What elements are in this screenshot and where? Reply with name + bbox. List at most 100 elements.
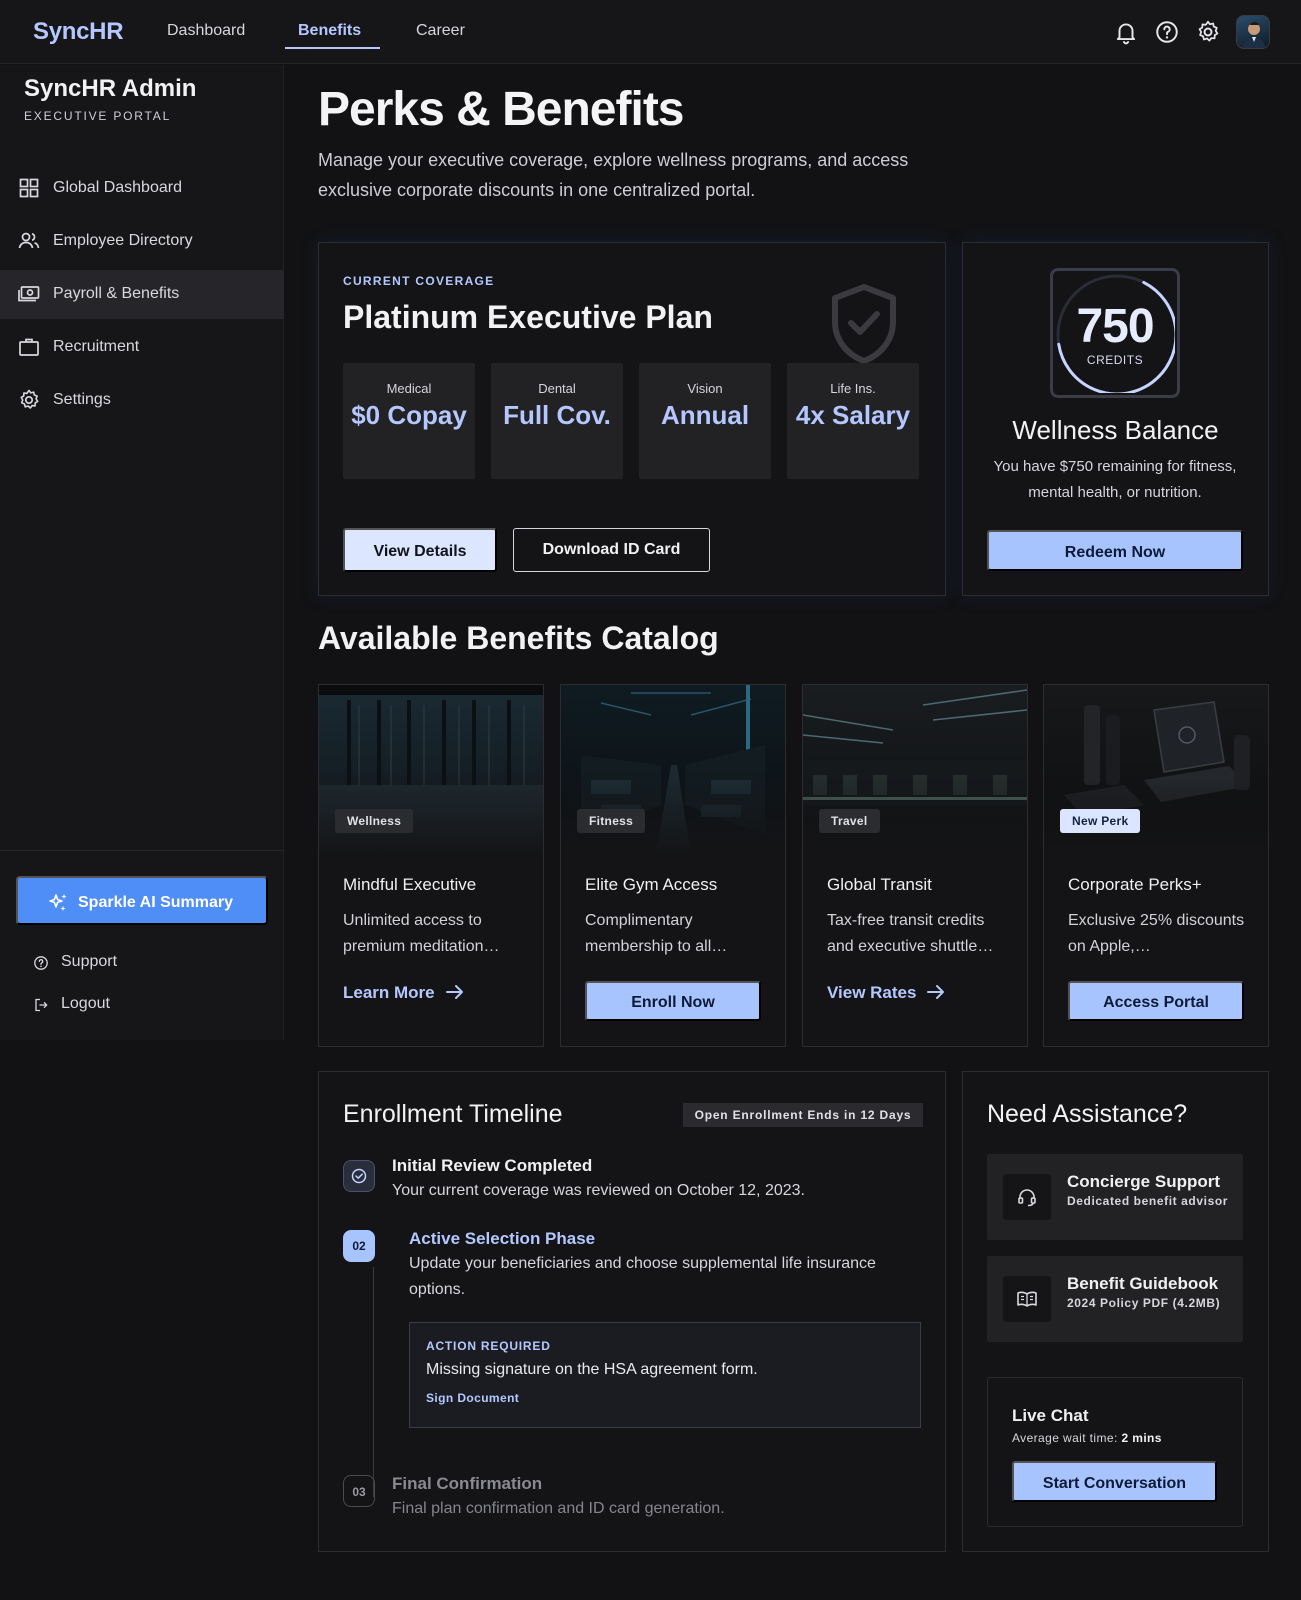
card-title: Corporate Perks+ bbox=[1068, 875, 1202, 894]
gear-icon[interactable] bbox=[1195, 19, 1221, 45]
arrow-right-icon bbox=[445, 985, 463, 999]
card-title: Global Transit bbox=[827, 875, 932, 894]
catalog-title: Available Benefits Catalog bbox=[318, 620, 719, 656]
stat-label: Vision bbox=[687, 381, 723, 396]
download-id-card-button[interactable]: Download ID Card bbox=[513, 528, 710, 572]
sparkle-ai-summary-button[interactable]: Sparkle AI Summary bbox=[16, 876, 268, 925]
access-portal-button[interactable]: Access Portal bbox=[1068, 981, 1244, 1021]
stat-value: $0 Copay bbox=[351, 400, 467, 430]
sidebar-item-settings[interactable]: Settings bbox=[0, 376, 284, 425]
sidebar-item-employee-directory[interactable]: Employee Directory bbox=[0, 217, 284, 266]
wait-time-value: 2 mins bbox=[1121, 1431, 1162, 1445]
step-title: Initial Review Completed bbox=[392, 1156, 593, 1175]
stat-dental: Dental Full Cov. bbox=[491, 363, 623, 479]
stat-vision: Vision Annual bbox=[639, 363, 771, 479]
grid-icon bbox=[19, 178, 39, 198]
view-details-button[interactable]: View Details bbox=[343, 528, 497, 572]
step-pending-marker: 03 bbox=[343, 1475, 375, 1507]
help-icon[interactable] bbox=[1154, 19, 1180, 45]
enrollment-timeline-card: Enrollment Timeline Open Enrollment Ends… bbox=[318, 1071, 946, 1552]
item-title: Concierge Support bbox=[1067, 1172, 1221, 1191]
enrollment-deadline-badge: Open Enrollment Ends in 12 Days bbox=[683, 1103, 923, 1127]
enroll-now-button[interactable]: Enroll Now bbox=[585, 981, 761, 1021]
catalog-card-travel: Travel Global Transit Tax-free transit c… bbox=[802, 684, 1028, 1047]
category-badge: Fitness bbox=[577, 809, 646, 833]
card-description: Tax-free transit credits and executive s… bbox=[827, 912, 994, 955]
sidebar-item-recruitment[interactable]: Recruitment bbox=[0, 323, 284, 372]
catalog-card-fitness: Fitness Elite Gym Access Complimentary m… bbox=[560, 684, 786, 1047]
action-required-alert: ACTION REQUIRED Missing signature on the… bbox=[409, 1322, 921, 1428]
help-circle-icon bbox=[34, 956, 48, 970]
stat-value: 4x Salary bbox=[795, 400, 911, 430]
sparkle-button-label: Sparkle AI Summary bbox=[78, 894, 234, 911]
icon-box bbox=[1003, 1174, 1051, 1220]
book-icon bbox=[1017, 1291, 1037, 1307]
start-conversation-button[interactable]: Start Conversation bbox=[1012, 1461, 1217, 1502]
wellness-balance-card: 750 CREDITS Wellness Balance You have $7… bbox=[962, 242, 1269, 596]
sidebar-item-label: Settings bbox=[53, 391, 111, 408]
stat-label: Medical bbox=[386, 381, 432, 396]
category-badge: New Perk bbox=[1060, 809, 1141, 833]
sidebar-title: SyncHR Admin bbox=[24, 75, 197, 102]
sidebar-subtitle: EXECUTIVE PORTAL bbox=[24, 109, 172, 123]
item-subtitle: 2024 Policy PDF (4.2MB) bbox=[1067, 1296, 1221, 1310]
stat-value: Full Cov. bbox=[503, 400, 611, 430]
timeline-connector bbox=[373, 1267, 374, 1497]
credits-ring: 750 CREDITS bbox=[1050, 268, 1180, 398]
bell-icon[interactable] bbox=[1113, 19, 1139, 45]
arrow-right-icon bbox=[927, 985, 945, 999]
wellness-title: Wellness Balance bbox=[1012, 415, 1219, 445]
nav-career[interactable]: Career bbox=[416, 22, 465, 40]
step-title: Active Selection Phase bbox=[409, 1229, 596, 1248]
live-chat-title: Live Chat bbox=[1012, 1406, 1089, 1425]
step-description: Your current coverage was reviewed on Oc… bbox=[392, 1182, 805, 1199]
sidebar-logout-label: Logout bbox=[61, 995, 110, 1012]
sidebar-item-global-dashboard[interactable]: Global Dashboard bbox=[0, 164, 284, 213]
stat-medical: Medical $0 Copay bbox=[343, 363, 475, 479]
page-title: Perks & Benefits bbox=[318, 83, 684, 136]
category-badge: Wellness bbox=[335, 809, 414, 833]
card-description: Unlimited access to premium meditation… bbox=[343, 912, 500, 955]
step-description: Update your beneficiaries and choose sup… bbox=[409, 1255, 876, 1298]
timeline-title: Enrollment Timeline bbox=[343, 1100, 563, 1128]
sign-document-link[interactable]: Sign Document bbox=[426, 1391, 519, 1405]
item-subtitle: Dedicated benefit advisor bbox=[1067, 1194, 1229, 1208]
sidebar-item-label: Payroll & Benefits bbox=[53, 285, 180, 302]
redeem-now-button[interactable]: Redeem Now bbox=[987, 530, 1243, 571]
sidebar: SyncHR Admin EXECUTIVE PORTAL Global Das… bbox=[0, 65, 284, 1040]
logout-icon bbox=[35, 998, 48, 1012]
concierge-support-item[interactable]: Concierge Support Dedicated benefit advi… bbox=[987, 1154, 1243, 1240]
sidebar-item-payroll-benefits[interactable]: Payroll & Benefits bbox=[0, 270, 284, 319]
sparkle-icon bbox=[49, 894, 67, 911]
nav-benefits[interactable]: Benefits bbox=[298, 22, 361, 40]
avatar[interactable] bbox=[1236, 15, 1270, 49]
icon-box bbox=[1003, 1276, 1051, 1322]
brand-logo[interactable]: SyncHR bbox=[33, 18, 124, 46]
step-complete-marker bbox=[343, 1160, 375, 1192]
benefit-guidebook-item[interactable]: Benefit Guidebook 2024 Policy PDF (4.2MB… bbox=[987, 1256, 1243, 1342]
gear-icon bbox=[20, 389, 39, 409]
payments-icon bbox=[18, 286, 40, 302]
item-title: Benefit Guidebook bbox=[1067, 1274, 1219, 1293]
sidebar-divider bbox=[0, 850, 284, 851]
current-coverage-card: CURRENT COVERAGE Platinum Executive Plan… bbox=[318, 242, 946, 596]
link-label: View Rates bbox=[827, 983, 917, 1002]
credits-label: CREDITS bbox=[1086, 353, 1144, 367]
credits-value: 750 bbox=[1076, 300, 1154, 353]
step-title: Final Confirmation bbox=[392, 1474, 543, 1493]
briefcase-icon bbox=[19, 338, 39, 356]
shield-check-icon bbox=[832, 284, 896, 364]
sidebar-item-label: Recruitment bbox=[53, 338, 140, 355]
link-label: Learn More bbox=[343, 983, 435, 1002]
card-description: Exclusive 25% discounts on Apple,… bbox=[1068, 912, 1245, 955]
nav-dashboard[interactable]: Dashboard bbox=[167, 22, 245, 40]
top-navigation: SyncHR Dashboard Benefits Career bbox=[0, 0, 1301, 64]
stat-life-insurance: Life Ins. 4x Salary bbox=[787, 363, 919, 479]
action-text: Missing signature on the HSA agreement f… bbox=[426, 1361, 758, 1378]
live-chat-panel: Live Chat Average wait time: 2 mins Star… bbox=[987, 1377, 1243, 1527]
check-circle-icon bbox=[351, 1168, 367, 1184]
view-rates-link[interactable]: View Rates bbox=[827, 983, 946, 1003]
action-eyebrow: ACTION REQUIRED bbox=[426, 1339, 551, 1353]
catalog-card-new-perk: New Perk Corporate Perks+ Exclusive 25% … bbox=[1043, 684, 1269, 1047]
learn-more-link[interactable]: Learn More bbox=[343, 983, 465, 1003]
